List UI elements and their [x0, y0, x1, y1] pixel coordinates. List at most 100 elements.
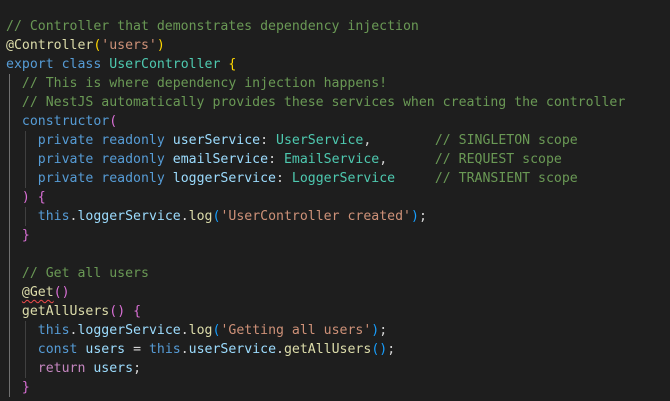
punctuation-token — [6, 171, 38, 186]
bracket-token: } — [21, 228, 30, 243]
decorator-token-with-error: @Get — [21, 285, 54, 300]
punctuation-token — [6, 304, 22, 319]
punctuation-token — [6, 133, 38, 148]
comment-token: // This is where dependency injection ha… — [21, 76, 388, 91]
code-line[interactable]: private readonly loggerService: LoggerSe… — [6, 169, 578, 188]
punctuation-token — [6, 95, 22, 110]
string-token: 'UserController created' — [220, 209, 411, 224]
code-line[interactable]: } — [6, 378, 30, 397]
punctuation-token: ; — [133, 361, 142, 376]
comment-token: // Controller that demonstrates dependen… — [6, 19, 419, 34]
punctuation-token: . — [276, 342, 284, 357]
punctuation-token: ; — [379, 323, 388, 338]
code-line[interactable]: private readonly userService: UserServic… — [6, 131, 578, 150]
code-line[interactable]: export class UserController { — [6, 55, 236, 74]
identifier-token: userService — [172, 133, 261, 148]
punctuation-token — [395, 171, 435, 186]
bracket-token: { — [133, 304, 142, 319]
class-token: EmailService — [283, 152, 380, 167]
code-line[interactable]: private readonly emailService: EmailServ… — [6, 150, 562, 169]
keyword-token: private — [37, 133, 94, 148]
punctuation-token — [6, 152, 38, 167]
bracket-token: } — [21, 380, 30, 395]
function-token: log — [188, 323, 213, 338]
punctuation-token: , — [379, 152, 435, 167]
punctuation-token — [30, 190, 38, 205]
punctuation-token: , — [363, 133, 435, 148]
bracket-token: ) — [61, 285, 70, 300]
punctuation-token — [6, 190, 22, 205]
function-token: getAllUsers — [21, 304, 110, 319]
keyword-token: readonly — [101, 133, 165, 148]
keyword-token: class — [61, 57, 102, 72]
code-line[interactable]: return users; — [6, 359, 141, 378]
punctuation-token: : — [260, 133, 277, 148]
bracket-token: { — [37, 190, 46, 205]
punctuation-token — [54, 57, 62, 72]
keyword-token: readonly — [101, 152, 165, 167]
code-line[interactable]: // Get all users — [6, 264, 149, 283]
identifier-token: users — [93, 361, 134, 376]
bracket-token: { — [228, 57, 237, 72]
punctuation-token: : — [268, 152, 284, 167]
identifier-token: loggerService — [172, 171, 276, 186]
bracket-token: ( — [109, 304, 118, 319]
punctuation-token — [6, 342, 38, 357]
bracket-token: ) — [156, 38, 165, 53]
function-token: log — [188, 209, 213, 224]
code-line[interactable]: // NestJS automatically provides these s… — [6, 93, 625, 112]
punctuation-token — [6, 114, 22, 129]
bracket-token: ( — [109, 114, 118, 129]
code-line[interactable]: } — [6, 226, 30, 245]
punctuation-token — [165, 152, 173, 167]
code-line[interactable]: this.loggerService.log('Getting all user… — [6, 321, 387, 340]
punctuation-token — [125, 304, 133, 319]
punctuation-token — [165, 171, 173, 186]
punctuation-token: ; — [387, 342, 396, 357]
punctuation-token: = — [125, 342, 149, 357]
keyword-token: readonly — [101, 171, 165, 186]
keyword-token: const — [37, 342, 78, 357]
identifier-token: userService — [188, 342, 277, 357]
punctuation-token — [6, 209, 38, 224]
code-line[interactable]: @Get() — [6, 283, 70, 302]
class-token: UserController — [109, 57, 221, 72]
comment-token: // REQUEST scope — [434, 152, 562, 167]
identifier-token: loggerService — [77, 209, 181, 224]
code-line[interactable]: getAllUsers() { — [6, 302, 141, 321]
punctuation-token: : — [276, 171, 292, 186]
function-token: getAllUsers — [283, 342, 372, 357]
class-token: UserService — [276, 133, 364, 148]
bracket-token: ) — [411, 209, 419, 224]
punctuation-token — [6, 76, 22, 91]
keyword-token: this — [37, 209, 70, 224]
class-token: LoggerService — [291, 171, 396, 186]
code-editor[interactable]: // Controller that demonstrates dependen… — [0, 0, 670, 401]
code-line[interactable]: constructor( — [6, 112, 117, 131]
code-line[interactable]: const users = this.userService.getAllUse… — [6, 340, 395, 359]
keyword-token: this — [148, 342, 181, 357]
bracket-token: ) — [117, 304, 126, 319]
code-line[interactable]: ) { — [6, 188, 46, 207]
string-token: 'users' — [101, 38, 157, 53]
keyword-token: this — [37, 323, 70, 338]
punctuation-token — [6, 323, 38, 338]
punctuation-token — [6, 266, 22, 281]
code-line[interactable]: @Controller('users') — [6, 36, 165, 55]
code-line[interactable]: // This is where dependency injection ha… — [6, 74, 387, 93]
punctuation-token: ; — [418, 209, 427, 224]
punctuation-token: . — [180, 342, 189, 357]
code-line[interactable]: // Controller that demonstrates dependen… — [6, 17, 419, 36]
punctuation-token: . — [180, 323, 189, 338]
code-line[interactable]: this.loggerService.log('UserController c… — [6, 207, 427, 226]
punctuation-token — [6, 228, 22, 243]
keyword-token: private — [37, 152, 94, 167]
keyword-token: export — [6, 57, 54, 72]
identifier-token: emailService — [172, 152, 269, 167]
punctuation-token — [6, 380, 22, 395]
identifier-token: users — [85, 342, 126, 357]
punctuation-token — [6, 285, 22, 300]
bracket-token: ( — [53, 285, 62, 300]
punctuation-token — [165, 133, 173, 148]
comment-token: // SINGLETON scope — [434, 133, 578, 148]
